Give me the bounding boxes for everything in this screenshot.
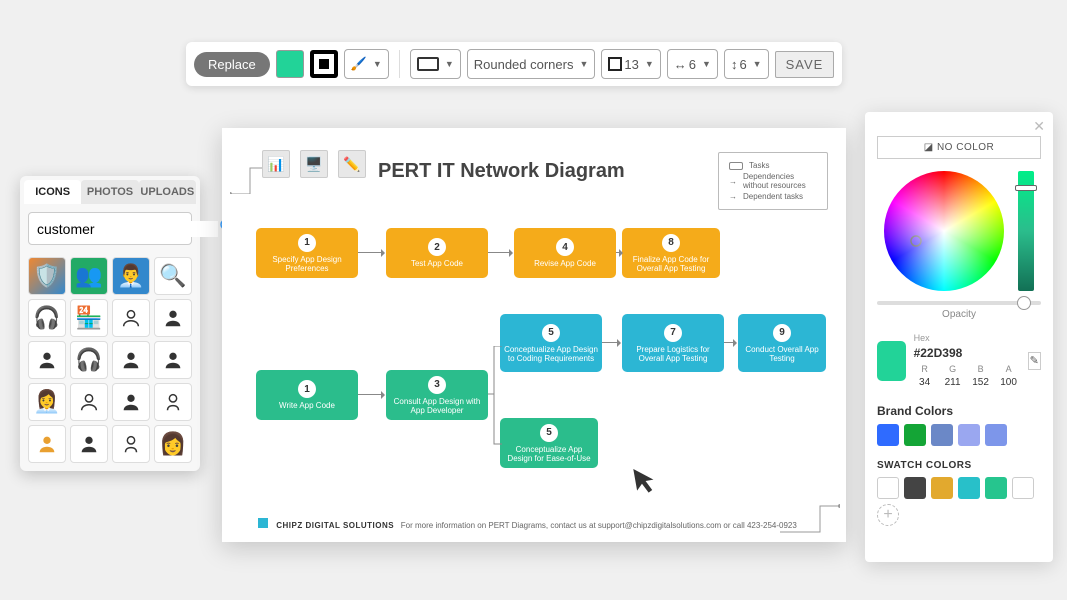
brand-color-swatch[interactable]: [985, 424, 1007, 446]
eyedropper-button[interactable]: ✎: [1028, 352, 1041, 370]
icon-result[interactable]: [112, 383, 150, 421]
brand-colors-heading: Brand Colors: [877, 404, 1041, 418]
pert-node[interactable]: 2Test App Code: [386, 228, 488, 278]
pert-node[interactable]: 5Conceptualize App Design to Coding Requ…: [500, 314, 602, 372]
v-spacing-dropdown[interactable]: ↕ 6▼: [724, 49, 769, 79]
header-pen-icon: ✏️: [338, 150, 366, 178]
h-arrows-icon: ↔: [674, 57, 687, 72]
icon-search[interactable]: [28, 212, 192, 245]
icon-result[interactable]: [154, 299, 192, 337]
corner-style-dropdown[interactable]: Rounded corners▼: [467, 49, 596, 79]
swatch-color[interactable]: [1012, 477, 1034, 499]
header-doc-icon: 📊: [262, 150, 290, 178]
icon-result[interactable]: [154, 383, 192, 421]
paint-brush-dropdown[interactable]: 🖌️▼: [344, 49, 389, 79]
hex-value[interactable]: #22D398: [914, 345, 1020, 362]
brand-color-swatch[interactable]: [931, 424, 953, 446]
rectangle-icon: [417, 57, 439, 71]
swatch-color[interactable]: [931, 477, 953, 499]
icon-result[interactable]: [112, 299, 150, 337]
brand-color-swatch[interactable]: [904, 424, 926, 446]
border-color-swatch[interactable]: [310, 50, 338, 78]
save-button[interactable]: SAVE: [775, 51, 835, 78]
border-weight-icon: [608, 57, 622, 71]
h-spacing-dropdown[interactable]: ↔ 6▼: [667, 49, 718, 79]
brand-color-swatch[interactable]: [958, 424, 980, 446]
icon-result[interactable]: 👩‍💼: [28, 383, 66, 421]
icon-result[interactable]: [70, 425, 108, 463]
pert-node[interactable]: 1Specify App Design Preferences: [256, 228, 358, 278]
search-input[interactable]: [37, 221, 218, 237]
icon-grid: 🛡️ 👥 👨‍💼 🔍 🎧 🏪 🎧 👩‍💼 👩: [24, 253, 196, 467]
icon-result[interactable]: 🏪: [70, 299, 108, 337]
v-arrows-icon: ↕: [731, 57, 738, 72]
opacity-label: Opacity: [877, 309, 1041, 320]
diagram-title: PERT IT Network Diagram: [378, 160, 625, 183]
swatch-color[interactable]: [985, 477, 1007, 499]
icon-result[interactable]: 👨‍💼: [112, 257, 150, 295]
opacity-slider[interactable]: [877, 301, 1041, 305]
design-canvas[interactable]: 📊 🖥️ ✏️ PERT IT Network Diagram Tasks →D…: [222, 128, 846, 542]
pert-node[interactable]: 8Finalize App Code for Overall App Testi…: [622, 228, 720, 278]
pert-node[interactable]: 7Prepare Logistics for Overall App Testi…: [622, 314, 724, 372]
hue-handle[interactable]: [1015, 185, 1037, 191]
paint-roller-icon: 🖌️: [351, 56, 367, 72]
diagram-legend: Tasks →Dependencies without resources →D…: [718, 152, 828, 210]
pert-node[interactable]: 1Write App Code: [256, 370, 358, 420]
swatch-color[interactable]: [958, 477, 980, 499]
icon-result[interactable]: 🔍: [154, 257, 192, 295]
opacity-handle[interactable]: [1017, 296, 1031, 310]
icon-result[interactable]: 🛡️: [28, 257, 66, 295]
diagram-footer: CHIPZ DIGITAL SOLUTIONS For more informa…: [258, 518, 797, 530]
swatch-color[interactable]: [904, 477, 926, 499]
tab-uploads[interactable]: UPLOADS: [139, 180, 196, 204]
fill-color-swatch[interactable]: [276, 50, 304, 78]
corner-style-label: Rounded corners: [474, 57, 574, 72]
no-color-button[interactable]: ◪ NO COLOR: [877, 136, 1041, 159]
h-spacing-value: 6: [689, 57, 696, 72]
close-icon[interactable]: ✕: [1033, 118, 1045, 135]
pert-node[interactable]: 9Conduct Overall App Testing: [738, 314, 826, 372]
add-swatch-button[interactable]: +: [877, 504, 899, 526]
swatch-colors-heading: SWATCH COLORS: [877, 460, 1041, 471]
icon-result[interactable]: 🎧: [70, 341, 108, 379]
border-width-dropdown[interactable]: 13▼: [601, 49, 660, 79]
pert-node[interactable]: 3Consult App Design with App Developer: [386, 370, 488, 420]
swatch-color[interactable]: [877, 477, 899, 499]
header-monitor-icon: 🖥️: [300, 150, 328, 178]
shape-outline-dropdown[interactable]: ▼: [410, 49, 461, 79]
pert-node[interactable]: 5Conceptualize App Design for Ease-of-Us…: [500, 418, 598, 468]
icon-result[interactable]: [112, 341, 150, 379]
style-toolbar: Replace 🖌️▼ ▼ Rounded corners▼ 13▼ ↔ 6▼ …: [186, 42, 842, 86]
tab-icons[interactable]: ICONS: [24, 180, 81, 204]
icon-result[interactable]: [112, 425, 150, 463]
border-width-value: 13: [624, 57, 638, 72]
icon-result[interactable]: [28, 341, 66, 379]
icon-library-panel: ICONS PHOTOS UPLOADS 🛡️ 👥 👨‍💼 🔍 🎧 🏪 🎧 👩‍…: [20, 176, 200, 471]
color-picker-panel: ✕ ◪ NO COLOR Opacity Hex #22D398 RGBA 34…: [865, 112, 1053, 562]
icon-result[interactable]: [70, 383, 108, 421]
icon-result[interactable]: 👩: [154, 425, 192, 463]
v-spacing-value: 6: [739, 57, 746, 72]
icon-result[interactable]: [28, 425, 66, 463]
icon-result[interactable]: [154, 341, 192, 379]
tab-photos[interactable]: PHOTOS: [81, 180, 138, 204]
current-color-swatch: [877, 341, 906, 381]
icon-result[interactable]: 🎧: [28, 299, 66, 337]
pert-node[interactable]: 4Revise App Code: [514, 228, 616, 278]
icon-result[interactable]: 👥: [70, 257, 108, 295]
color-wheel[interactable]: [884, 171, 1004, 291]
replace-button[interactable]: Replace: [194, 52, 270, 77]
no-color-icon: ◪: [924, 142, 934, 153]
brand-color-swatch[interactable]: [877, 424, 899, 446]
